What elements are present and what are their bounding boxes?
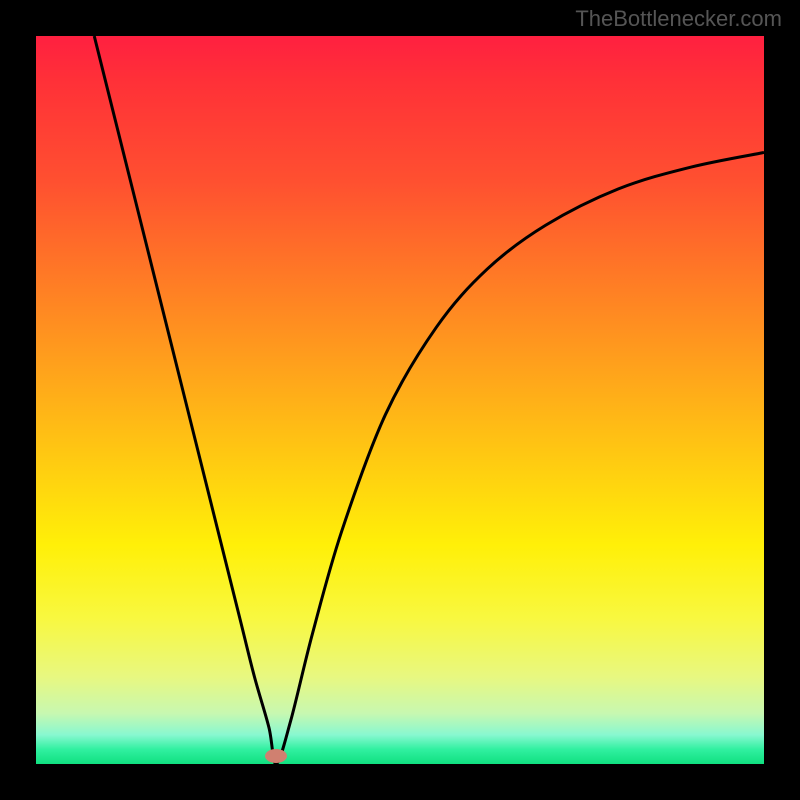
watermark-text: TheBottlenecker.com	[575, 6, 782, 32]
chart-plot-area	[36, 36, 764, 764]
chart-curve-svg	[36, 36, 764, 764]
bottleneck-curve	[94, 36, 764, 764]
optimum-marker	[265, 749, 287, 763]
